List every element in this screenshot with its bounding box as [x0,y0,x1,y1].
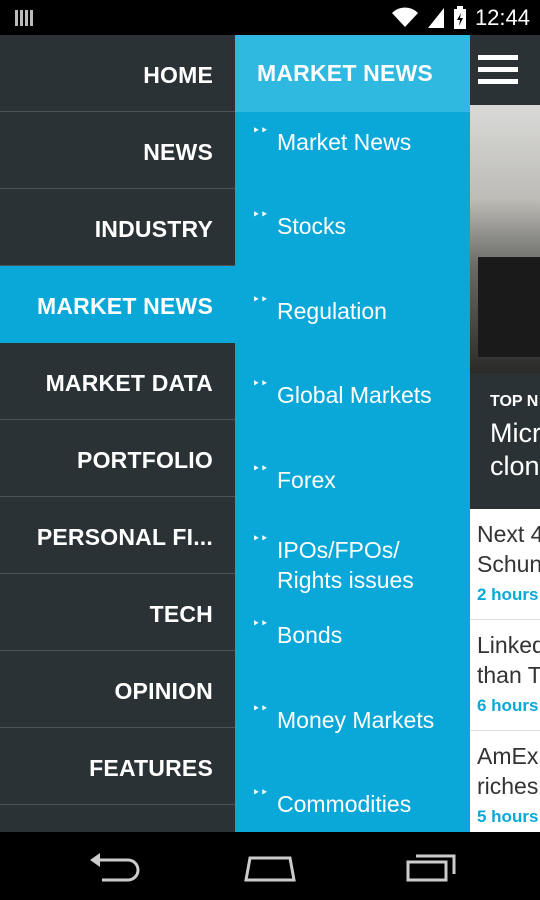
sub-item-ipos-fpos[interactable]: ‣‣ IPOs/FPOs/ Rights issues [235,531,457,595]
double-chevron-icon: ‣‣ [252,700,269,716]
sub-item-label: Bonds [277,622,343,648]
back-icon[interactable] [82,850,142,884]
main-nav-drawer: HOME NEWS INDUSTRY MARKET NEWS MARKET DA… [0,35,235,832]
double-chevron-icon: ‣‣ [252,291,269,307]
story-item[interactable]: Linked than T 6 hours [470,620,540,731]
sub-item-global-markets[interactable]: ‣‣ Global Markets [235,376,470,410]
nav-item-opinion[interactable]: OPINION [0,651,235,728]
sub-item-stocks[interactable]: ‣‣ Stocks [235,207,470,241]
nav-item-label: MARKET NEWS [37,293,213,319]
system-nav-bar [0,832,540,900]
story-timestamp: 5 hours [477,807,539,826]
nav-item-label: PERSONAL FI... [36,524,213,550]
status-bar: 12:44 [0,0,540,35]
nav-item-label: TECH [149,601,213,627]
story-title-line1: Linked [477,632,540,658]
top-story-headline: Micr clon [490,417,540,483]
nav-item-portfolio[interactable]: PORTFOLIO [0,420,235,497]
nav-item-personal-finance[interactable]: PERSONAL FI... [0,497,235,574]
recent-apps-icon[interactable] [400,850,460,884]
cell-signal-icon [427,7,444,28]
story-timestamp: 6 hours [477,696,539,715]
sub-item-commodities[interactable]: ‣‣ Commodities [235,785,470,819]
double-chevron-icon: ‣‣ [252,206,269,222]
sub-item-label: Stocks [277,213,347,239]
top-news-tag: TOP N [490,393,539,410]
battery-icon [453,5,466,29]
nav-item-label: MARKET DATA [45,370,213,396]
nav-item-industry[interactable]: INDUSTRY [0,189,235,266]
nav-item-features[interactable]: FEATURES [0,728,235,805]
story-title-line2: riches [477,773,539,799]
laptop-image [478,255,540,357]
story-item[interactable]: AmEx riches 5 hours [470,731,540,832]
sub-item-label: IPOs/FPOs/ Rights issues [277,537,414,593]
sub-menu-panel: MARKET NEWS ‣‣ Market News ‣‣ Stocks ‣‣ Reg… [235,35,470,832]
story-title-line2: than T [477,662,540,688]
story-title-line2: Schun [477,551,540,577]
sub-item-bonds[interactable]: ‣‣ Bonds [235,616,470,650]
story-title-line1: AmEx [477,743,539,769]
nav-item-tech[interactable]: TECH [0,574,235,651]
main-content-peek[interactable]: TOP N Micr clon Next 4 Schun 2 hours Link… [470,35,540,832]
app-toolbar [470,35,540,105]
sub-item-label: Money Markets [277,707,435,733]
nav-item-label: OPINION [114,678,213,704]
double-chevron-icon: ‣‣ [252,375,269,391]
double-chevron-icon: ‣‣ [252,460,269,476]
sub-item-label: Forex [277,467,336,493]
story-title: Linked than T [477,630,540,690]
top-story-image[interactable] [470,105,540,373]
nav-item-label: PORTFOLIO [77,447,213,473]
nav-item-market-data[interactable]: MARKET DATA [0,343,235,420]
nav-item-label: INDUSTRY [94,216,213,242]
sub-item-forex[interactable]: ‣‣ Forex [235,461,470,495]
clock: 12:44 [474,4,530,30]
story-item[interactable]: Next 4 Schun 2 hours [470,509,540,620]
home-icon[interactable] [240,850,300,884]
story-title: Next 4 Schun [477,519,540,579]
sub-menu-title: MARKET NEWS [257,60,433,86]
sub-item-label: Commodities [277,791,412,817]
story-title-line1: Next 4 [477,521,540,547]
story-title: AmEx riches [477,741,538,801]
nav-item-label: NEWS [143,139,213,165]
sub-menu-header[interactable]: MARKET NEWS [235,35,470,112]
top-story-headline-line2: clon [490,451,540,481]
nav-item-news[interactable]: NEWS [0,112,235,189]
sub-item-money-markets[interactable]: ‣‣ Money Markets [235,701,470,735]
top-story-caption[interactable]: TOP N Micr clon [470,381,540,509]
nav-item-label: FEATURES [89,755,213,781]
sub-item-label: Global Markets [277,382,432,408]
signal-bars-icon [15,10,33,26]
sub-item-market-news[interactable]: ‣‣ Market News [235,123,470,157]
nav-item-label: HOME [143,62,213,88]
story-timestamp: 2 hours [477,585,539,604]
top-story-headline-line1: Micr [490,418,540,448]
wifi-icon [391,6,418,27]
nav-item-home[interactable]: HOME [0,35,235,112]
hamburger-menu-icon[interactable] [478,55,518,85]
sub-item-regulation[interactable]: ‣‣ Regulation [235,292,470,326]
sub-item-label: Regulation [277,298,387,324]
double-chevron-icon: ‣‣ [252,122,269,138]
double-chevron-icon: ‣‣ [252,530,269,546]
divider [470,373,540,381]
nav-item-market-news[interactable]: MARKET NEWS [0,266,235,343]
sub-item-label: Market News [277,129,412,155]
double-chevron-icon: ‣‣ [252,784,269,800]
double-chevron-icon: ‣‣ [252,615,269,631]
